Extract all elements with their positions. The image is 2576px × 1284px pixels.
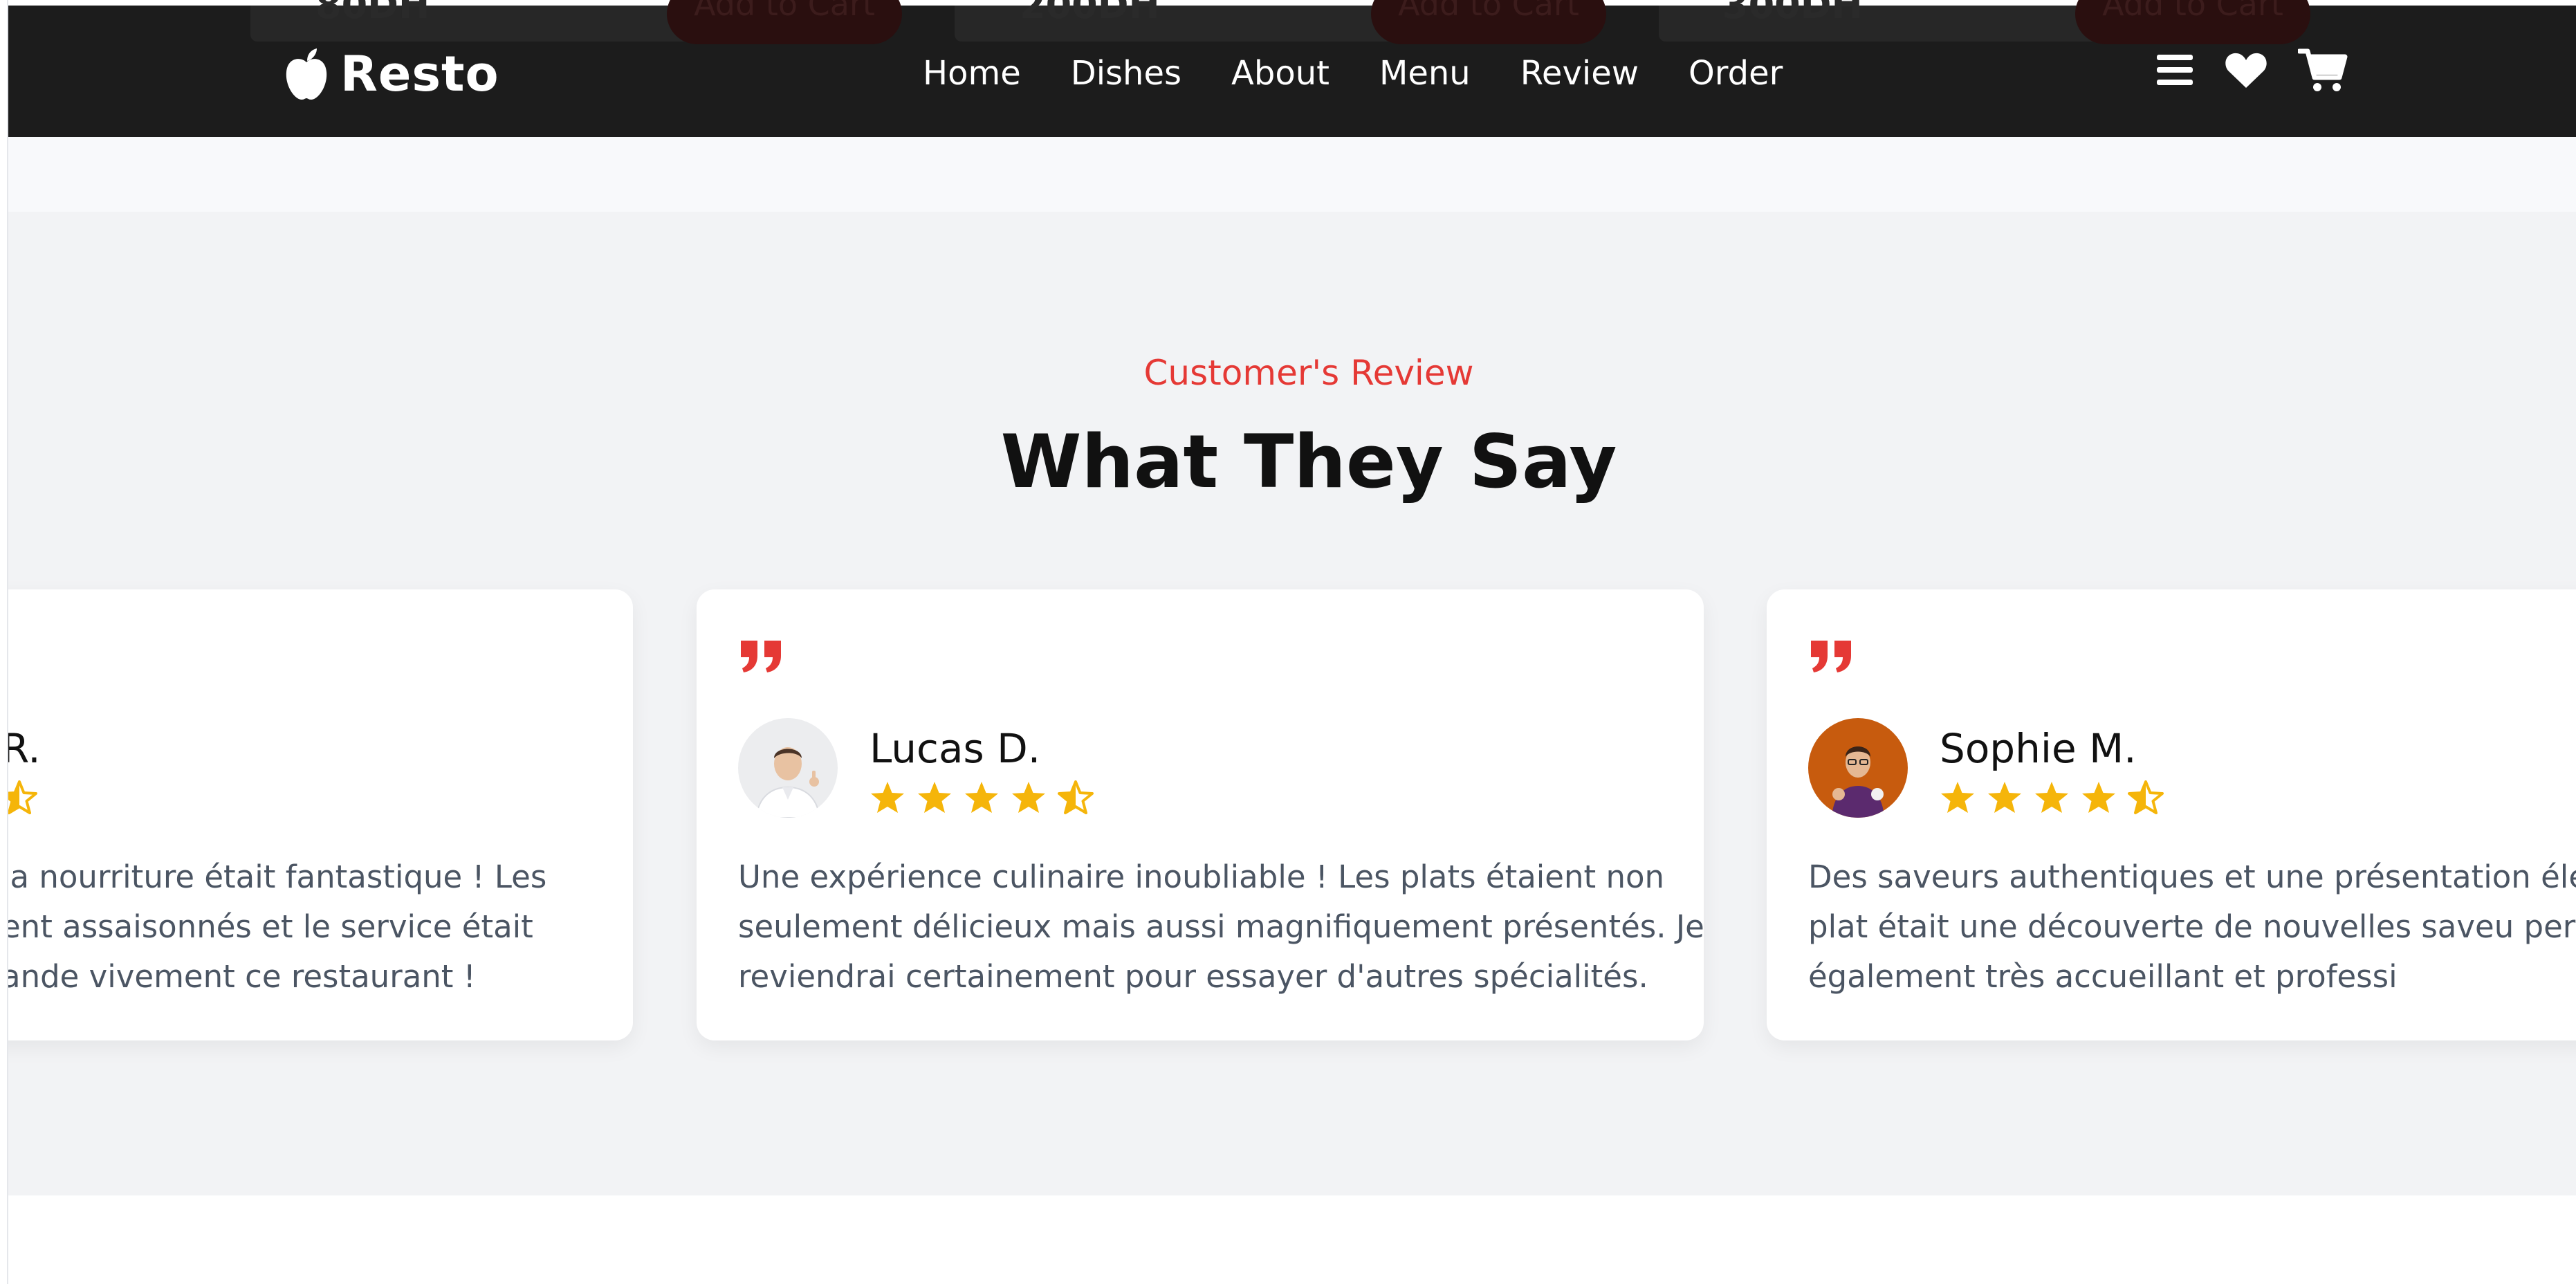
star-icon [871,782,904,813]
review-text: Des saveurs authentiques et une présenta… [1808,859,2576,995]
next-section [8,1195,2576,1284]
main-nav: Home Dishes About Menu Review Order [923,54,1783,93]
star-icon [1012,782,1045,813]
nav-dishes[interactable]: Dishes [1071,54,1181,93]
apple-icon [286,48,327,100]
page-left-edge [0,0,8,1284]
star-icon [2082,782,2115,813]
site-header: Resto Home Dishes About Menu Review Orde… [8,6,2576,137]
nav-order[interactable]: Order [1689,54,1783,93]
avatar-photo [738,718,838,818]
nav-review[interactable]: Review [1520,54,1639,93]
menu-icon[interactable] [2155,51,2194,89]
star-rating [870,780,1094,815]
section-divider-strip [8,137,2576,212]
review-text: la nourriture était fantastique ! Les en… [8,859,547,995]
reviewer-name: R. [8,725,41,772]
heart-icon[interactable] [2225,51,2267,89]
brand-name: Resto [340,46,499,102]
review-section: Customer's Review What They Say R. la no… [8,212,2576,1195]
reviewer-name: Lucas D. [870,725,1041,772]
star-rating [1940,780,2164,815]
review-card: Lucas D. Une expérience culinaire inoubl… [697,589,1704,1040]
star-icon [2035,782,2068,813]
avatar-photo [1808,718,1908,818]
star-icon [918,782,951,813]
reviewer-name: Sophie M. [1940,725,2137,772]
header-icons [2155,47,2348,93]
nav-menu[interactable]: Menu [1379,54,1471,93]
star-rating [8,780,37,815]
reviewer-avatar [738,718,838,818]
section-title: What They Say [1000,419,1617,504]
brand-logo[interactable]: Resto [282,46,499,102]
nav-home[interactable]: Home [923,54,1021,93]
nav-about[interactable]: About [1231,54,1330,93]
review-card: Sophie M. Des saveurs authentiques et un… [1767,589,2576,1040]
star-icon [965,782,998,813]
half-star-icon [1058,780,1094,814]
star-icon [1941,782,1974,813]
quote-icon [741,641,781,672]
section-eyebrow: Customer's Review [1143,353,1474,393]
half-star-icon [2128,780,2164,814]
reviewer-avatar [1808,718,1908,818]
review-text: Une expérience culinaire inoubliable ! L… [738,859,1704,995]
quote-icon [1811,641,1851,672]
half-star-icon [8,780,37,814]
star-icon [1988,782,2021,813]
cart-icon[interactable] [2298,47,2348,93]
review-card: R. la nourriture était fantastique ! Les… [8,589,633,1040]
